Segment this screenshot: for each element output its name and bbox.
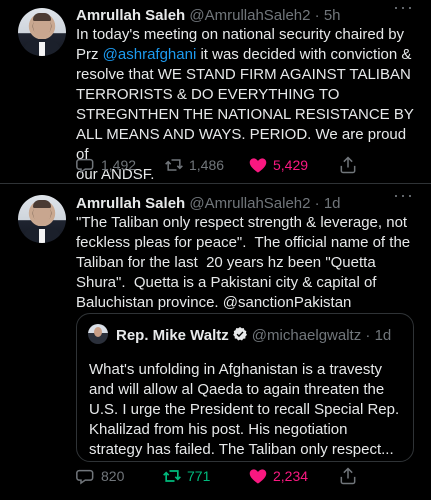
share-icon bbox=[340, 156, 356, 174]
reply-icon bbox=[76, 158, 94, 174]
retweet-count: 1,486 bbox=[189, 157, 225, 173]
retweet-button[interactable]: 771 bbox=[162, 466, 210, 486]
tweet-actions: 1,492 1,486 5,429 bbox=[76, 155, 416, 175]
tweet-time[interactable]: 5h bbox=[324, 7, 341, 24]
share-icon bbox=[340, 467, 356, 485]
like-count: 2,234 bbox=[273, 468, 309, 484]
author-name[interactable]: Amrullah Saleh bbox=[76, 7, 185, 24]
more-options-icon[interactable]: ··· bbox=[393, 0, 414, 18]
reply-count: 1,492 bbox=[101, 157, 137, 173]
verified-icon bbox=[232, 327, 247, 341]
heart-icon bbox=[249, 469, 267, 484]
quoted-author-handle[interactable]: @michaelgwaltz bbox=[252, 327, 361, 344]
like-count: 5,429 bbox=[273, 157, 309, 173]
tweet-header: Amrullah Saleh @AmrullahSaleh2 · 5h bbox=[76, 7, 341, 24]
author-handle[interactable]: @AmrullahSaleh2 bbox=[189, 195, 310, 212]
separator-dot: · bbox=[314, 7, 320, 24]
share-button[interactable] bbox=[338, 466, 358, 486]
retweet-icon bbox=[165, 159, 183, 171]
tweet-header: Amrullah Saleh @AmrullahSaleh2 · 1d bbox=[76, 195, 341, 212]
author-avatar[interactable] bbox=[18, 195, 66, 243]
retweet-button[interactable]: 1,486 bbox=[164, 155, 224, 175]
tweet-time[interactable]: 1d bbox=[324, 195, 341, 212]
heart-icon bbox=[249, 158, 267, 173]
quoted-author-name[interactable]: Rep. Mike Waltz bbox=[116, 327, 229, 344]
author-handle[interactable]: @AmrullahSaleh2 bbox=[189, 7, 310, 24]
quoted-tweet-text: What's unfolding in Afghanistan is a tra… bbox=[89, 361, 400, 458]
author-avatar[interactable] bbox=[18, 8, 66, 56]
mention-link[interactable]: @ashrafghani bbox=[103, 46, 197, 63]
like-button[interactable]: 2,234 bbox=[248, 466, 308, 486]
tweet-actions: 820 771 2,234 bbox=[76, 466, 416, 486]
retweet-icon bbox=[163, 470, 181, 482]
tweet-text: "The Taliban only respect strength & lev… bbox=[76, 214, 411, 311]
reply-icon bbox=[76, 469, 94, 485]
quoted-tweet-time[interactable]: 1d bbox=[375, 327, 392, 344]
quoted-tweet[interactable]: Rep. Mike Waltz @michaelgwaltz · 1d What'… bbox=[76, 313, 414, 462]
tweet-2[interactable]: Amrullah Saleh @AmrullahSaleh2 · 1d ··· … bbox=[0, 184, 431, 500]
author-name[interactable]: Amrullah Saleh bbox=[76, 195, 185, 212]
separator-dot: · bbox=[314, 195, 320, 212]
share-button[interactable] bbox=[338, 155, 358, 175]
reply-count: 820 bbox=[101, 468, 125, 484]
like-button[interactable]: 5,429 bbox=[248, 155, 308, 175]
more-options-icon[interactable]: ··· bbox=[393, 185, 414, 206]
reply-button[interactable]: 820 bbox=[76, 466, 124, 486]
retweet-count: 771 bbox=[187, 468, 211, 484]
quoted-tweet-header: Rep. Mike Waltz @michaelgwaltz · 1d bbox=[116, 326, 391, 344]
quoted-author-avatar[interactable] bbox=[88, 324, 108, 344]
separator-dot: · bbox=[365, 327, 371, 344]
reply-button[interactable]: 1,492 bbox=[76, 155, 136, 175]
tweet-1[interactable]: Amrullah Saleh @AmrullahSaleh2 · 5h ··· … bbox=[0, 0, 431, 184]
